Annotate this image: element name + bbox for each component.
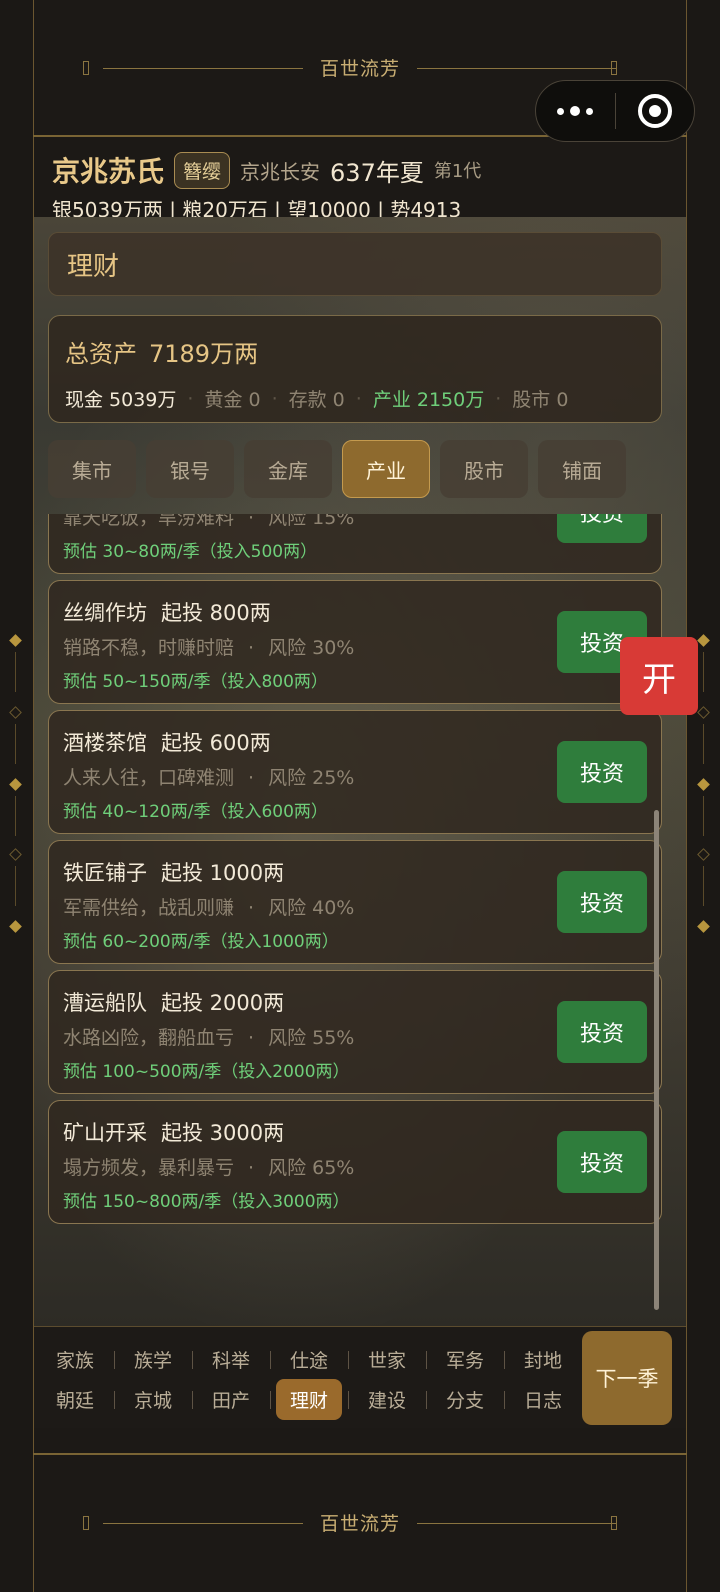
banner-cap-right	[611, 60, 617, 75]
banner-cap-right	[611, 1515, 617, 1530]
nav-farmland[interactable]: 田产	[192, 1379, 270, 1419]
asset-summary: 总资产 7189万两 现金 5039万 · 黄金 0 · 存款 0 · 产业 2150万…	[48, 315, 662, 423]
nav-court[interactable]: 朝廷	[36, 1379, 114, 1419]
industry-name: 铁匠铺子 起投 1000两	[63, 861, 285, 885]
industry-card: 丝绸作坊 起投 800两 销路不稳，时赚时赔 · 风险 30% 预估 50~150两/…	[48, 580, 662, 704]
region-label: 京兆长安	[240, 159, 321, 184]
industry-estimate: 预估 150~800两/季（投入3000两）	[63, 1192, 350, 1212]
generation-label: 第1代	[433, 161, 482, 182]
nav-family[interactable]: 家族	[36, 1339, 114, 1379]
asset-industry: 产业 2150万	[372, 389, 485, 411]
left-ornament	[9, 630, 22, 950]
total-assets-value: 7189万两	[149, 340, 259, 368]
finance-tabs: 集市 银号 金库 产业 股市 铺面	[48, 440, 688, 498]
nav-branch[interactable]: 分支	[426, 1379, 504, 1419]
industry-desc: 水路凶险，翻船血亏 · 风险 55%	[63, 1027, 355, 1049]
panel-title: 理财	[48, 232, 662, 296]
industry-name: 漕运船队 起投 2000两	[63, 991, 285, 1015]
nav-military[interactable]: 军务	[426, 1339, 504, 1379]
industry-estimate: 预估 100~500两/季（投入2000两）	[63, 1062, 350, 1082]
right-ornament	[697, 630, 710, 950]
open-float-button[interactable]: 开	[620, 637, 698, 715]
total-assets: 总资产 7189万两	[65, 334, 645, 369]
industry-card: 靠天吃饭，旱涝难料 · 风险 15% 预估 30~80两/季（投入500两） 投资	[48, 514, 662, 574]
industry-card: 铁匠铺子 起投 1000两 军需供给，战乱则赚 · 风险 40% 预估 60~200两…	[48, 840, 662, 964]
banner-cap-left	[83, 60, 89, 75]
invest-button[interactable]: 投资	[557, 741, 647, 803]
asset-gold: 黄金 0	[204, 389, 261, 411]
industry-desc: 人来人往，口碑难测 · 风险 25%	[63, 767, 355, 789]
industry-name: 酒楼茶馆 起投 600两	[63, 731, 271, 755]
nav-fief[interactable]: 封地	[504, 1339, 582, 1379]
nav-construction[interactable]: 建设	[348, 1379, 426, 1419]
nav-clans[interactable]: 世家	[348, 1339, 426, 1379]
banner-line-right	[417, 1522, 617, 1524]
industry-desc: 靠天吃饭，旱涝难料 · 风险 15%	[63, 514, 355, 529]
tab-industry[interactable]: 产业	[342, 440, 430, 498]
nav-finance[interactable]: 理财	[270, 1378, 348, 1420]
next-season-button[interactable]: 下一季	[582, 1331, 672, 1425]
banner-title-bottom: 百世流芳	[319, 1513, 400, 1535]
nav-school[interactable]: 族学	[114, 1339, 192, 1379]
tab-bank[interactable]: 银号	[146, 440, 234, 498]
banner-cap-left	[83, 1515, 89, 1530]
bottom-nav: 家族 族学 科举 仕途 世家 军务 封地 朝廷 京城 田产 理财 建设 分支 日…	[34, 1326, 686, 1428]
banner-line-right	[417, 67, 617, 69]
industry-estimate: 预估 30~80两/季（投入500两）	[63, 542, 318, 562]
invest-button[interactable]: 投资	[557, 1131, 647, 1193]
asset-stock: 股市 0	[512, 389, 569, 411]
family-header: 京兆苏氏 簪缨 京兆长安 637年夏 第1代 银5039万两 | 粮20万石 |…	[52, 148, 682, 223]
tab-market[interactable]: 集市	[48, 440, 136, 498]
industry-card: 漕运船队 起投 2000两 水路凶险，翻船血亏 · 风险 55% 预估 100~500…	[48, 970, 662, 1094]
tab-shops[interactable]: 铺面	[538, 440, 626, 498]
invest-button[interactable]: 投资	[557, 871, 647, 933]
target-icon[interactable]	[616, 94, 695, 128]
rank-badge: 簪缨	[174, 151, 231, 189]
industry-desc: 塌方频发，暴利暴亏 · 风险 65%	[63, 1157, 355, 1179]
banner-line-left	[103, 1522, 303, 1524]
tab-vault[interactable]: 金库	[244, 440, 332, 498]
total-assets-label: 总资产	[65, 340, 137, 368]
invest-button[interactable]: 投资	[557, 1001, 647, 1063]
more-dots-icon[interactable]	[536, 106, 615, 116]
bottom-banner: 百世流芳	[33, 1453, 687, 1590]
asset-cash: 现金 5039万	[65, 389, 177, 411]
nav-log[interactable]: 日志	[504, 1379, 582, 1419]
miniprogram-capsule	[535, 80, 695, 142]
invest-button[interactable]: 投资	[557, 514, 647, 543]
banner-title: 百世流芳	[319, 58, 400, 80]
asset-deposit: 存款 0	[288, 389, 345, 411]
industry-desc: 军需供给，战乱则赚 · 风险 40%	[63, 897, 355, 919]
banner-line-left	[103, 67, 303, 69]
industry-card: 矿山开采 起投 3000两 塌方频发，暴利暴亏 · 风险 65% 预估 150~800…	[48, 1100, 662, 1224]
industry-desc: 销路不稳，时赚时赔 · 风险 30%	[63, 637, 355, 659]
industry-name: 丝绸作坊 起投 800两	[63, 601, 271, 625]
industry-estimate: 预估 50~150两/季（投入800两）	[63, 672, 328, 692]
nav-capital[interactable]: 京城	[114, 1379, 192, 1419]
industry-card: 酒楼茶馆 起投 600两 人来人往，口碑难测 · 风险 25% 预估 40~120两/…	[48, 710, 662, 834]
family-name: 京兆苏氏	[52, 155, 165, 188]
year-label: 637年夏	[330, 158, 424, 187]
industry-estimate: 预估 40~120两/季（投入600两）	[63, 802, 328, 822]
industry-estimate: 预估 60~200两/季（投入1000两）	[63, 932, 339, 952]
tab-stock[interactable]: 股市	[440, 440, 528, 498]
nav-career[interactable]: 仕途	[270, 1339, 348, 1379]
industry-list[interactable]: 靠天吃饭，旱涝难料 · 风险 15% 预估 30~80两/季（投入500两） 投资 …	[48, 514, 662, 1326]
industry-name: 矿山开采 起投 3000两	[63, 1121, 285, 1145]
nav-exam[interactable]: 科举	[192, 1339, 270, 1379]
list-scrollbar[interactable]	[654, 810, 659, 1310]
